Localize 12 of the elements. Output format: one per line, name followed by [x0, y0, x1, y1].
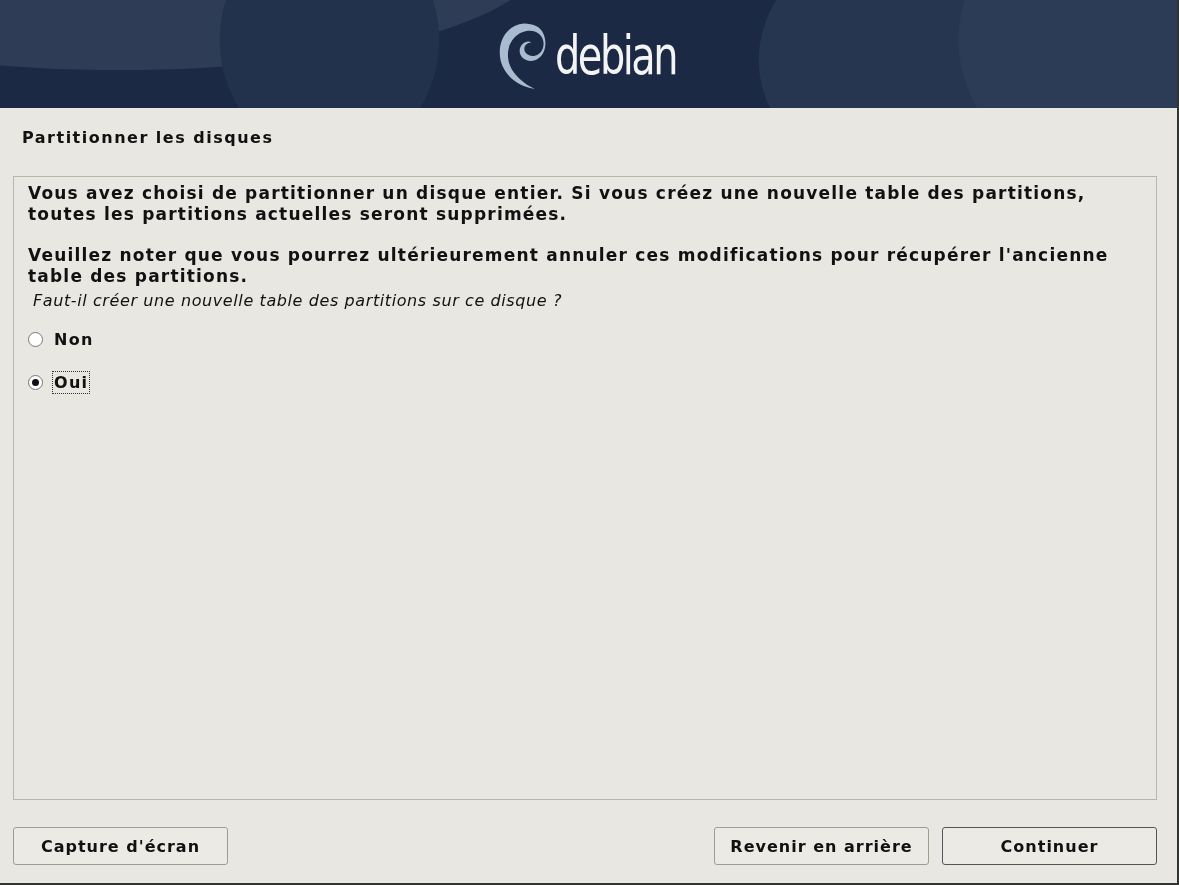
radio-button[interactable]	[28, 332, 43, 347]
logo-text: debian	[554, 29, 676, 83]
page-title: Partitionner les disques	[21, 127, 275, 149]
back-button[interactable]: Revenir en arrière	[714, 827, 929, 865]
radio-button[interactable]	[28, 375, 43, 390]
screenshot-button[interactable]: Capture d'écran	[13, 827, 228, 865]
question-text: Faut-il créer une nouvelle table des partitions sur ce disque ?	[32, 291, 563, 310]
description-paragraph: Vous avez choisi de partitionner un disque entier. Si vous créez une nouvelle table des partitions, toutes les partitions actuelles seront supprimées.	[28, 183, 1087, 225]
option-label[interactable]: Non	[52, 328, 96, 351]
option-label[interactable]: Oui	[52, 371, 91, 394]
continue-button[interactable]: Continuer	[942, 827, 1157, 865]
description-paragraph: Veuillez noter que vous pourrez ultérieurement annuler ces modifications pour récupérer l'ancienne table des partitions.	[28, 245, 1110, 287]
